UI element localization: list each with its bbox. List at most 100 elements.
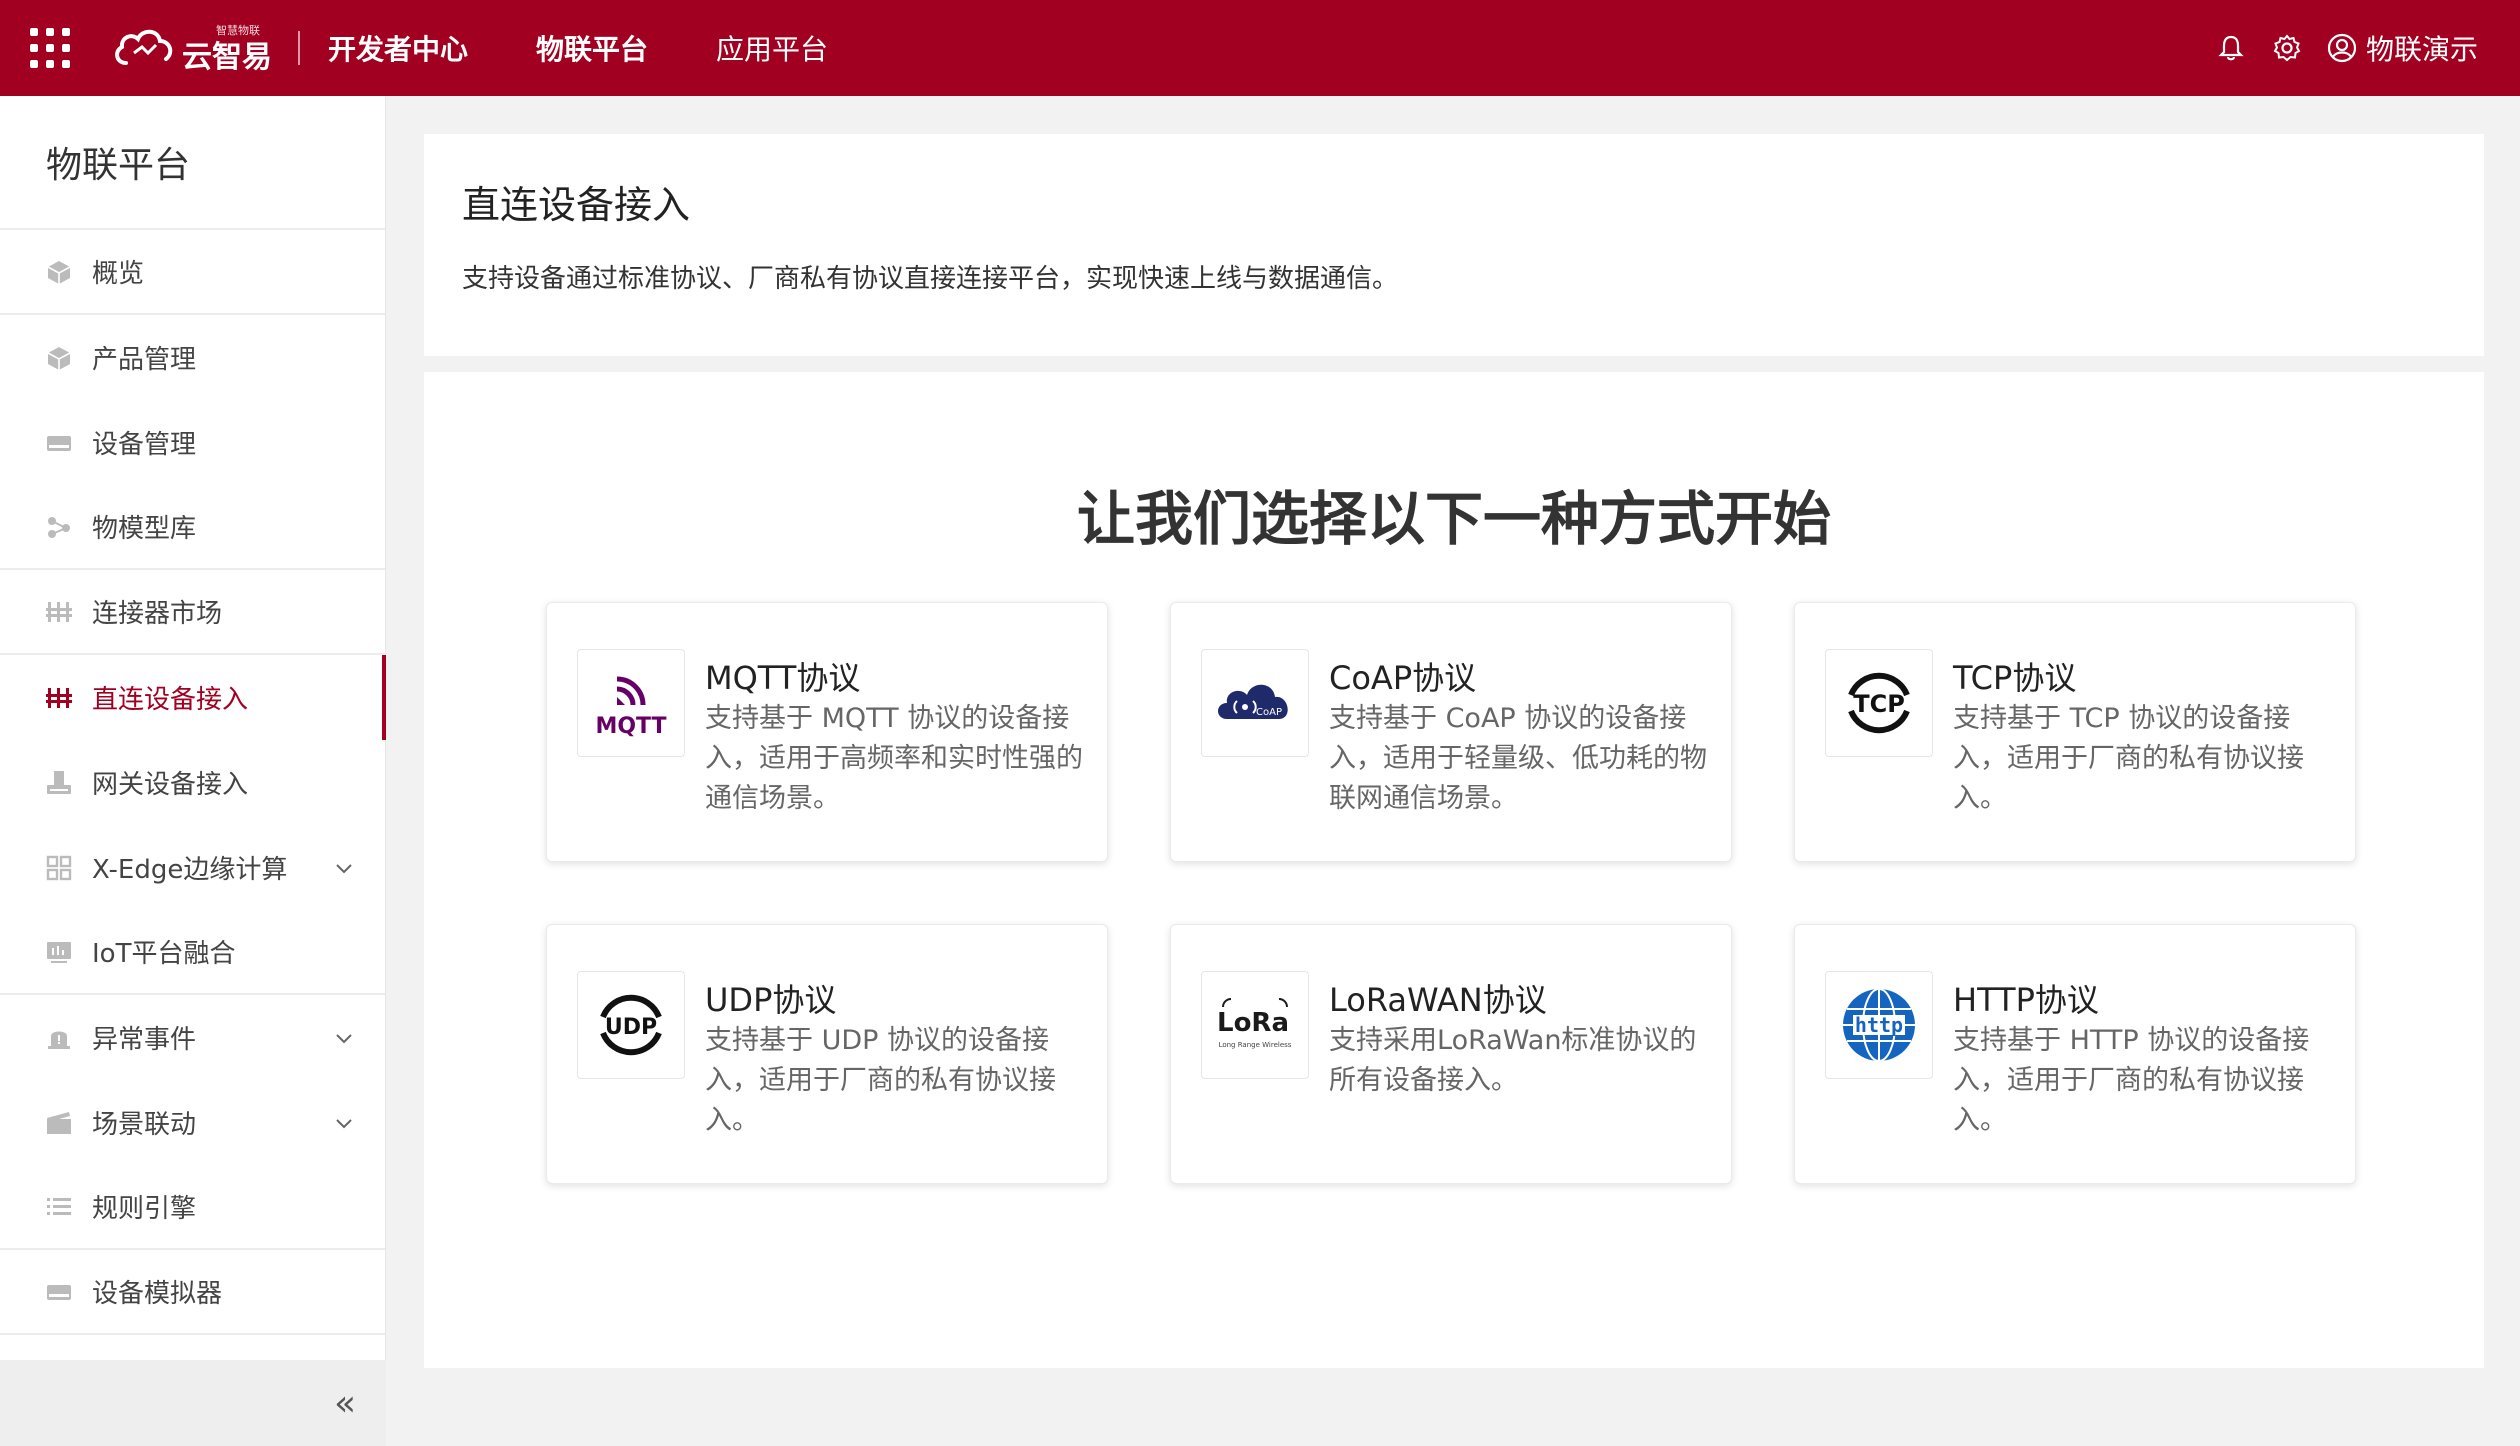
sidebar-item-products[interactable]: 产品管理 <box>0 315 385 400</box>
user-name: 物联演示 <box>2365 33 2478 66</box>
udp-logo-icon: UDP <box>600 994 662 1056</box>
sidebar-item-label: 网关设备接入 <box>92 770 249 800</box>
nav-app-platform[interactable]: 应用平台 <box>716 28 828 68</box>
sidebar-item-connector-market[interactable]: 连接器市场 <box>0 570 385 655</box>
protocol-logo: TCP <box>1825 649 1933 757</box>
sidebar-item-direct-device-access[interactable]: 直连设备接入 <box>0 655 386 740</box>
protocol-name: UDP协议 <box>705 981 837 1019</box>
sidebar-item-label: 连接器市场 <box>92 599 223 629</box>
coap-cloud-icon: CoAP <box>1218 684 1288 719</box>
protocol-description: 支持采用LoRaWan标准协议的所有设备接入。 <box>1329 1025 1697 1096</box>
sidebar-item-abnormal-events[interactable]: 异常事件 <box>0 995 385 1080</box>
sidebar-item-label: 异常事件 <box>92 1025 197 1055</box>
cloud-logo-icon <box>115 29 173 65</box>
chevron-down-icon[interactable] <box>333 857 355 879</box>
monitor-icon <box>47 941 71 963</box>
protocol-description: 支持基于 UDP 协议的设备接入，适用于厂商的私有协议接入。 <box>705 1025 1056 1136</box>
apps-grid-icon[interactable] <box>30 28 70 68</box>
sidebar-item-device-simulator[interactable]: 设备模拟器 <box>0 1250 385 1335</box>
sidebar-item-label: 直连设备接入 <box>92 685 249 715</box>
sidebar-title: 物联平台 <box>0 96 385 230</box>
sidebar: 物联平台 概览 产品管理 设备管理 物模型库 连接器市场 直连设备接入 网关设备… <box>0 96 386 1446</box>
sidebar-item-label: 场景联动 <box>92 1110 197 1140</box>
nodes-icon <box>48 516 70 538</box>
protocol-name: HTTP协议 <box>1953 981 2099 1019</box>
chevron-down-icon[interactable] <box>333 1027 355 1049</box>
grid-icon <box>46 855 72 880</box>
protocol-description: 支持基于 CoAP 协议的设备接入，适用于轻量级、低功耗的物联网通信场景。 <box>1329 703 1707 814</box>
protocol-card-mqtt[interactable]: MQTT MQTT协议 支持基于 MQTT 协议的设备接入，适用于高频率和实时性… <box>546 602 1108 862</box>
protocol-description: 支持基于 HTTP 协议的设备接入，适用于厂商的私有协议接入。 <box>1953 1025 2310 1136</box>
double-chevron-left-icon: « <box>333 1382 356 1424</box>
protocol-description: 支持基于 TCP 协议的设备接入，适用于厂商的私有协议接入。 <box>1953 703 2304 814</box>
lora-logo-subtext: Long Range Wireless <box>1219 1041 1292 1049</box>
cube-icon <box>47 346 71 370</box>
coap-logo-text: CoAP <box>1256 707 1282 718</box>
protocol-card-http[interactable]: http HTTP协议 支持基于 HTTP 协议的设备接入，适用于厂商的私有协议… <box>1794 924 2356 1184</box>
sidebar-item-overview[interactable]: 概览 <box>0 230 385 315</box>
list-icon <box>47 1197 71 1215</box>
protocol-card-tcp[interactable]: TCP TCP协议 支持基于 TCP 协议的设备接入，适用于厂商的私有协议接入。 <box>1794 602 2356 862</box>
page-title: 直连设备接入 <box>462 183 691 227</box>
sidebar-item-label: 设备管理 <box>92 430 197 460</box>
protocol-logo: MQTT <box>577 649 685 757</box>
protocol-card-udp[interactable]: UDP UDP协议 支持基于 UDP 协议的设备接入，适用于厂商的私有协议接入。 <box>546 924 1108 1184</box>
protocol-selection-card: 让我们选择以下一种方式开始 MQTT MQTT协议 支持基于 MQTT 协议的设… <box>424 372 2484 1368</box>
http-globe-icon: http <box>1843 988 1915 1062</box>
nav-iot-platform[interactable]: 物联平台 <box>536 28 648 68</box>
sidebar-item-devices[interactable]: 设备管理 <box>0 400 385 485</box>
protocol-name: CoAP协议 <box>1329 659 1477 697</box>
tcp-logo-icon: TCP <box>1848 672 1910 734</box>
top-right-actions: 物联演示 <box>2190 28 2478 68</box>
scene-icon <box>47 1111 71 1134</box>
protocol-name: TCP协议 <box>1953 659 2077 697</box>
sidebar-item-label: 产品管理 <box>92 345 197 375</box>
user-menu[interactable]: 物联演示 <box>2326 28 2478 68</box>
gear-icon[interactable] <box>2272 33 2302 63</box>
udp-logo-text: UDP <box>605 1015 657 1040</box>
protocol-name: LoRaWAN协议 <box>1329 981 1547 1019</box>
sidebar-item-label: 规则引擎 <box>92 1194 197 1224</box>
sidebar-item-gateway-device-access[interactable]: 网关设备接入 <box>0 740 385 825</box>
protocol-logo: CoAP <box>1201 649 1309 757</box>
tcp-logo-text: TCP <box>1853 690 1905 718</box>
protocol-logo: http <box>1825 971 1933 1079</box>
sidebar-item-scene-linkage[interactable]: 场景联动 <box>0 1080 385 1165</box>
sidebar-item-label: 物模型库 <box>92 514 197 544</box>
logo-divider <box>298 31 300 65</box>
protocol-logo: LoRa Long Range Wireless <box>1201 971 1309 1079</box>
sidebar-item-label: IoT平台融合 <box>92 939 236 969</box>
sidebar-item-label: 概览 <box>92 259 145 289</box>
cube-icon <box>47 260 71 284</box>
protocol-logo: UDP <box>577 971 685 1079</box>
bell-icon[interactable] <box>2216 33 2246 63</box>
gateway-icon <box>47 770 71 794</box>
connector-icon <box>46 687 72 708</box>
top-bar: 智慧物联 云智易 开发者中心 物联平台 应用平台 物联演示 <box>0 0 2520 96</box>
protocol-card-lorawan[interactable]: LoRa Long Range Wireless LoRaWAN协议 支持采用L… <box>1170 924 1732 1184</box>
protocol-description: 支持基于 MQTT 协议的设备接入，适用于高频率和实时性强的通信场景。 <box>705 703 1083 814</box>
user-circle-icon <box>2327 33 2357 63</box>
connector-icon <box>46 601 72 622</box>
page-header-card: 直连设备接入 支持设备通过标准协议、厂商私有协议直接连接平台，实现快速上线与数据… <box>424 134 2484 356</box>
alert-icon <box>48 1031 70 1049</box>
http-logo-text: http <box>1855 1013 1903 1037</box>
logo[interactable]: 智慧物联 云智易 <box>112 18 272 78</box>
chevron-down-icon[interactable] <box>333 1112 355 1134</box>
nav-developer-center[interactable]: 开发者中心 <box>328 28 468 68</box>
device-icon <box>47 435 71 451</box>
sidebar-item-rule-engine[interactable]: 规则引擎 <box>0 1165 385 1250</box>
sidebar-collapse-button[interactable]: « <box>0 1360 386 1446</box>
protocol-card-coap[interactable]: CoAP CoAP协议 支持基于 CoAP 协议的设备接入，适用于轻量级、低功耗… <box>1170 602 1732 862</box>
selection-headline: 让我们选择以下一种方式开始 <box>1076 485 1831 553</box>
lora-logo-icon: LoRa Long Range Wireless <box>1217 998 1292 1049</box>
sidebar-item-label: X-Edge边缘计算 <box>92 855 288 885</box>
sidebar-item-iot-fusion[interactable]: IoT平台融合 <box>0 910 385 995</box>
sidebar-item-x-edge[interactable]: X-Edge边缘计算 <box>0 825 385 910</box>
logo-text: 云智易 <box>182 40 272 75</box>
page-description: 支持设备通过标准协议、厂商私有协议直接连接平台，实现快速上线与数据通信。 <box>462 264 1399 294</box>
protocol-name: MQTT协议 <box>705 659 861 697</box>
sidebar-item-thing-models[interactable]: 物模型库 <box>0 485 385 570</box>
lora-logo-text: LoRa <box>1217 1008 1289 1038</box>
mqtt-logo-text: MQTT <box>595 714 666 739</box>
